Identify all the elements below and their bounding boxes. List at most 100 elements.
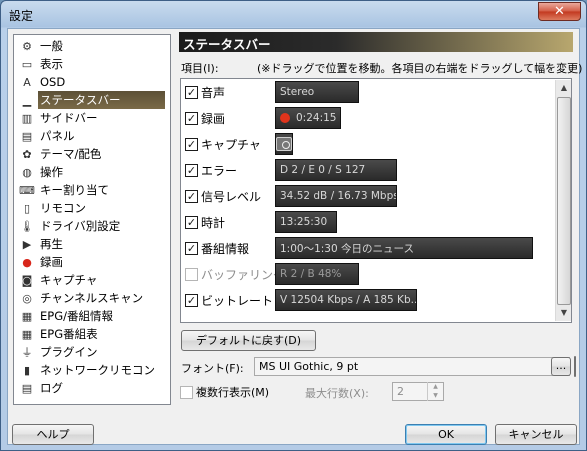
statusbar-item-row[interactable]: ✓ ビットレート bbox=[185, 289, 273, 311]
tree-item-label: ステータスバー bbox=[38, 91, 165, 109]
tree-item[interactable]: ▯ リモコン bbox=[16, 199, 168, 217]
item-preview[interactable]: 13:25:30 bbox=[275, 211, 337, 233]
item-label: エラー bbox=[201, 163, 238, 178]
record-dot-icon bbox=[280, 113, 290, 123]
keyboard-icon: ⌨ bbox=[19, 183, 35, 197]
tree-item-label: ネットワークリモコン bbox=[40, 363, 155, 377]
scan-icon: ◎ bbox=[22, 291, 32, 305]
item-preview[interactable]: D 2 / E 0 / S 127 bbox=[275, 159, 397, 181]
tree-item[interactable]: ● 録画 bbox=[16, 253, 168, 271]
tree-item[interactable]: ▁ ステータスバー bbox=[16, 91, 168, 109]
tree-item-label: 表示 bbox=[40, 57, 63, 71]
tree-item[interactable]: ◍ 操作 bbox=[16, 163, 168, 181]
multiline-checkbox[interactable] bbox=[180, 385, 193, 399]
tree-item-label: サイドバー bbox=[40, 111, 98, 125]
tree-item[interactable]: ◙ キャプチャ bbox=[16, 271, 168, 289]
tree-item[interactable]: A OSD bbox=[16, 73, 168, 91]
statusbar-item-row[interactable]: ✓ 音声 bbox=[185, 81, 273, 103]
item-checkbox[interactable]: ✓ bbox=[185, 163, 198, 177]
item-checkbox[interactable]: ✓ bbox=[185, 111, 198, 125]
items-hint: (※ドラッグで位置を移動。各項目の右端をドラッグして幅を変更) bbox=[257, 62, 583, 75]
item-preview[interactable]: 1:00〜1:30 今日のニュース bbox=[275, 237, 533, 259]
statusbar-items-list[interactable]: ▲ ▼ ✓ 音声 Stereo ✓ 録画 0:24:15 ✓ キャプチャ ✓ エラー D 2 / E… bbox=[180, 78, 572, 323]
item-preview-text: V 12504 Kbps / A 185 Kb... bbox=[280, 294, 417, 306]
font-browse-button[interactable]: ... bbox=[551, 357, 571, 376]
tree-item[interactable]: ▦ EPG/番組情報 bbox=[16, 307, 168, 325]
ok-button[interactable]: OK bbox=[405, 424, 487, 445]
item-label: バッファリング bbox=[201, 267, 286, 282]
tree-item[interactable]: 🌡 ドライバ別設定 bbox=[16, 217, 168, 235]
item-checkbox[interactable] bbox=[185, 267, 198, 281]
program-guide-icon: ▦ bbox=[21, 327, 33, 341]
tree-item[interactable]: ▦ EPG番組表 bbox=[16, 325, 168, 343]
tree-item-label: EPG番組表 bbox=[40, 327, 98, 341]
panel-icon: ▤ bbox=[21, 129, 33, 143]
item-preview-text: Stereo bbox=[280, 86, 315, 98]
statusbar-item-row[interactable]: バッファリング bbox=[185, 263, 286, 285]
item-label: ビットレート bbox=[201, 293, 274, 308]
font-field[interactable]: MS UI Gothic, 9 pt bbox=[254, 357, 570, 376]
item-preview[interactable]: 0:24:15 bbox=[275, 107, 341, 129]
tree-item[interactable]: ⌨ キー割り当て bbox=[16, 181, 168, 199]
tree-item[interactable]: ⏚ プラグイン bbox=[16, 343, 168, 361]
max-rows-spinner[interactable]: ▲ ▼ bbox=[427, 382, 443, 401]
item-preview-text: 13:25:30 bbox=[280, 216, 328, 228]
scrollbar-thumb[interactable] bbox=[557, 97, 571, 305]
item-preview[interactable]: Stereo bbox=[275, 81, 359, 103]
item-checkbox[interactable]: ✓ bbox=[185, 189, 198, 203]
item-checkbox[interactable]: ✓ bbox=[185, 293, 198, 307]
thermometer-icon: 🌡 bbox=[20, 219, 34, 233]
cancel-button[interactable]: キャンセル bbox=[495, 424, 577, 445]
items-label: 項目(I): bbox=[181, 62, 219, 75]
tree-item-label: パネル bbox=[40, 129, 75, 143]
statusbar-item-row[interactable]: ✓ 時計 bbox=[185, 211, 273, 233]
tree-item[interactable]: ✿ テーマ/配色 bbox=[16, 145, 168, 163]
item-label: キャプチャ bbox=[201, 137, 261, 152]
scroll-up-arrow-icon[interactable]: ▲ bbox=[556, 80, 572, 96]
statusbar-item-row[interactable]: ✓ 番組情報 bbox=[185, 237, 273, 259]
tree-item[interactable]: ⚙ 一般 bbox=[16, 37, 168, 55]
font-browse-button-hidden bbox=[574, 356, 576, 377]
reset-default-button[interactable]: デフォルトに戻す(D) bbox=[181, 330, 316, 351]
tree-item[interactable]: ▭ 表示 bbox=[16, 55, 168, 73]
statusbar-item-row[interactable]: ✓ 録画 bbox=[185, 107, 273, 129]
item-label: 信号レベル bbox=[201, 189, 262, 204]
camera-icon bbox=[276, 137, 292, 151]
tree-item-label: リモコン bbox=[40, 201, 86, 215]
item-preview[interactable]: 34.52 dB / 16.73 Mbps bbox=[275, 185, 397, 207]
tree-item-label: プラグイン bbox=[40, 345, 98, 359]
statusbar-item-row[interactable]: ✓ 信号レベル bbox=[185, 185, 273, 207]
statusbar-item-row[interactable]: ✓ キャプチャ bbox=[185, 133, 273, 155]
tree-item[interactable]: ◎ チャンネルスキャン bbox=[16, 289, 168, 307]
item-checkbox[interactable]: ✓ bbox=[185, 241, 198, 255]
tree-item[interactable]: ▤ パネル bbox=[16, 127, 168, 145]
item-checkbox[interactable]: ✓ bbox=[185, 215, 198, 229]
close-button[interactable]: ✕ bbox=[538, 2, 581, 21]
item-preview[interactable]: V 12504 Kbps / A 185 Kb... bbox=[275, 289, 417, 311]
item-label: 音声 bbox=[201, 85, 226, 100]
item-preview[interactable]: R 2 / B 48% bbox=[275, 263, 359, 285]
item-preview-text: R 2 / B 48% bbox=[280, 268, 342, 280]
section-header: ステータスバー bbox=[179, 32, 573, 52]
item-preview[interactable] bbox=[275, 133, 293, 155]
dialog-client-area: ⚙ 一般 ▭ 表示 A OSD ▁ ステータスバー ▥ サイドバー ▤ パネル ✿ テーマ/配色 ◍ 操作 ⌨ キ… bbox=[7, 28, 583, 445]
statusbar-item-row[interactable]: ✓ エラー bbox=[185, 159, 273, 181]
help-button[interactable]: ヘルプ bbox=[12, 424, 94, 445]
scroll-down-arrow-icon[interactable]: ▼ bbox=[556, 305, 572, 321]
tree-item-label: 再生 bbox=[40, 237, 63, 251]
tree-item[interactable]: ▶ 再生 bbox=[16, 235, 168, 253]
list-scrollbar[interactable]: ▲ ▼ bbox=[555, 80, 571, 321]
tree-item[interactable]: ▥ サイドバー bbox=[16, 109, 168, 127]
tree-item[interactable]: ▮ ネットワークリモコン bbox=[16, 361, 168, 379]
item-checkbox[interactable]: ✓ bbox=[185, 137, 198, 151]
sidebar-icon: ▥ bbox=[21, 111, 33, 125]
osd-icon: A bbox=[23, 75, 31, 89]
epg-icon: ▦ bbox=[21, 309, 33, 323]
tree-item[interactable]: ▤ ログ bbox=[16, 379, 168, 397]
item-checkbox[interactable]: ✓ bbox=[185, 85, 198, 99]
record-icon: ● bbox=[22, 255, 32, 269]
settings-category-tree[interactable]: ⚙ 一般 ▭ 表示 A OSD ▁ ステータスバー ▥ サイドバー ▤ パネル ✿ テーマ/配色 ◍ 操作 ⌨ キ… bbox=[13, 34, 171, 405]
remote-icon: ▯ bbox=[23, 201, 31, 215]
tree-item-label: EPG/番組情報 bbox=[40, 309, 113, 323]
multiline-option[interactable]: 複数行表示(M) bbox=[180, 384, 269, 400]
